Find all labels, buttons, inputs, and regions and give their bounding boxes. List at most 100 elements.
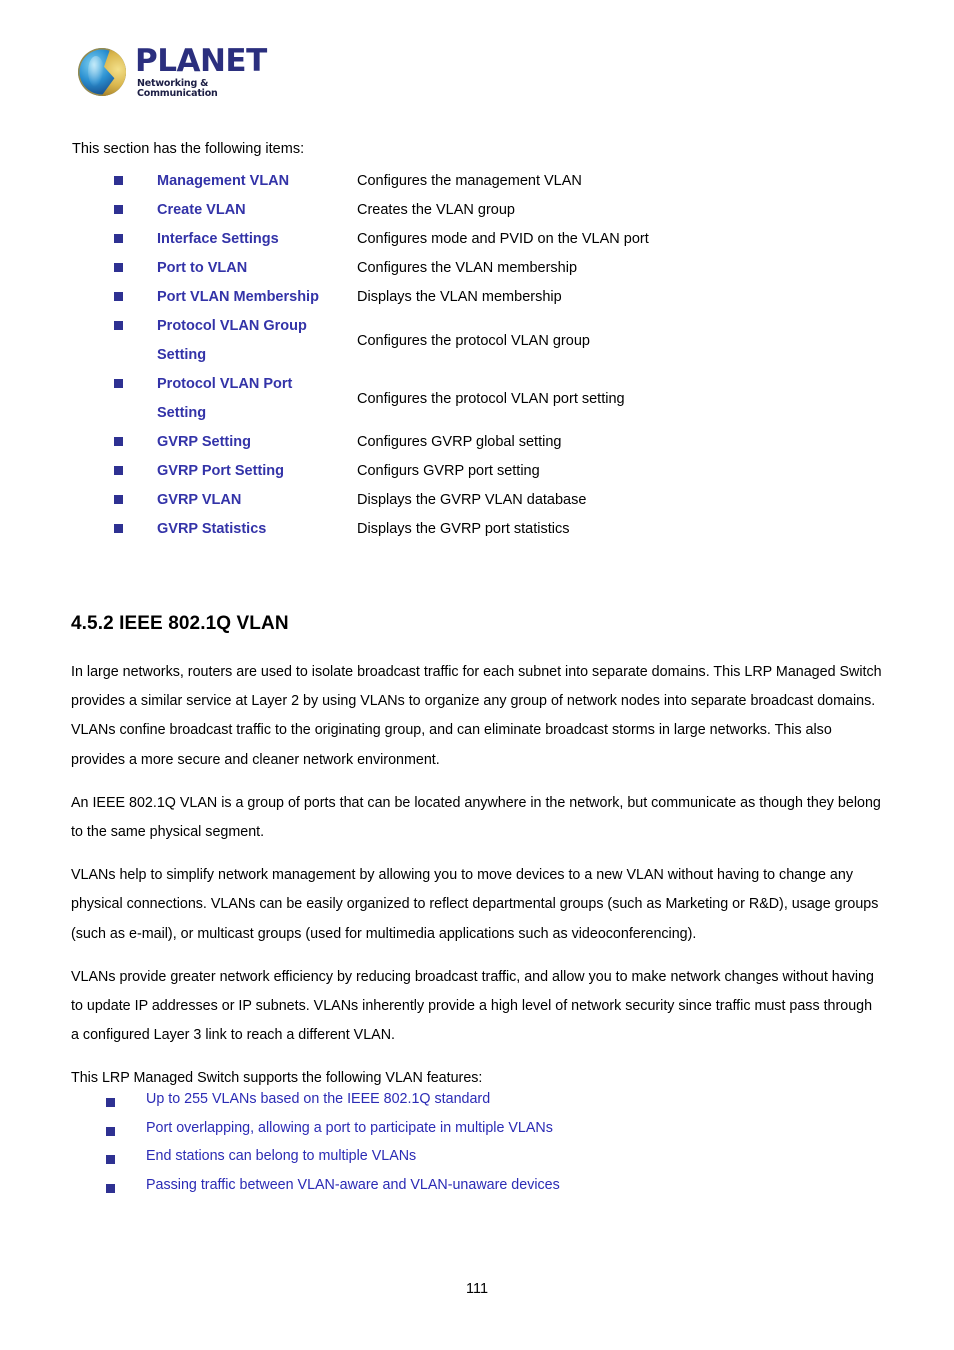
list-item: GVRP VLAN Displays the GVRP VLAN databas…	[72, 486, 882, 515]
list-item: Port VLAN Membership Displays the VLAN m…	[72, 283, 882, 312]
square-bullet-icon	[114, 524, 123, 533]
item-link-gvrp-port-setting[interactable]: GVRP Port Setting	[157, 457, 357, 486]
item-link-interface-settings[interactable]: Interface Settings	[157, 225, 357, 254]
bullet-cell	[72, 283, 157, 306]
bullet-cell	[72, 225, 157, 248]
link-cell: GVRP Statistics	[157, 515, 357, 544]
bullet-cell	[72, 457, 157, 480]
desc-cell: Configures the management VLAN	[357, 167, 882, 196]
bullet-cell	[71, 1118, 146, 1141]
logo-brand-text: PLANET	[135, 43, 267, 79]
logo-tagline-text: Networking & Communication	[137, 78, 218, 99]
square-bullet-icon	[114, 292, 123, 301]
item-link-management-vlan[interactable]: Management VLAN	[157, 167, 357, 196]
section-heading: 4.5.2 IEEE 802.1Q VLAN	[71, 613, 289, 634]
link-cell: Port to VLAN	[157, 254, 357, 283]
item-desc: Displays the GVRP port statistics	[357, 521, 570, 537]
bullet-cell	[72, 428, 157, 451]
list-item: Protocol VLAN Group Setting Configures t…	[72, 312, 882, 370]
item-link-create-vlan[interactable]: Create VLAN	[157, 196, 357, 225]
item-desc: Configures the VLAN membership	[357, 260, 578, 276]
list-item: End stations can belong to multiple VLAN…	[71, 1146, 883, 1175]
square-bullet-icon	[106, 1126, 115, 1136]
item-desc: Displays the GVRP VLAN database	[357, 492, 587, 508]
link-cell: Protocol VLAN Port Setting	[157, 370, 357, 428]
desc-cell: Displays the GVRP VLAN database	[357, 486, 882, 515]
logo-wordmark: PLANET Networking & Communication	[135, 46, 267, 98]
list-item: Interface Settings Configures mode and P…	[72, 225, 882, 254]
desc-cell: Configurs GVRP port setting	[357, 457, 882, 486]
section-items-list: Management VLAN Configures the managemen…	[72, 167, 882, 544]
square-bullet-icon	[114, 321, 123, 330]
vlan-features-list: Up to 255 VLANs based on the IEEE 802.1Q…	[71, 1089, 883, 1203]
list-item: GVRP Setting Configures GVRP global sett…	[72, 428, 882, 457]
list-item: GVRP Port Setting Configurs GVRP port se…	[72, 457, 882, 486]
paragraph: In large networks, routers are used to i…	[71, 664, 882, 768]
square-bullet-icon	[106, 1098, 115, 1107]
feature-text: Port overlapping, allowing a port to par…	[146, 1119, 553, 1136]
link-cell: GVRP Setting	[157, 428, 357, 457]
square-bullet-icon	[114, 437, 123, 446]
item-link-port-to-vlan[interactable]: Port to VLAN	[157, 254, 357, 283]
square-bullet-icon	[114, 263, 123, 272]
link-cell: GVRP VLAN	[157, 486, 357, 515]
paragraph: An IEEE 802.1Q VLAN is a group of ports …	[71, 794, 881, 841]
desc-cell: Creates the VLAN group	[357, 196, 882, 225]
item-desc: Configurs GVRP port setting	[357, 463, 540, 479]
feature-text: Passing traffic between VLAN-aware and V…	[146, 1176, 560, 1193]
square-bullet-icon	[114, 176, 123, 185]
link-cell: Interface Settings	[157, 225, 357, 254]
bullet-cell	[71, 1175, 146, 1198]
item-desc: Configures the protocol VLAN port settin…	[357, 391, 625, 407]
list-item: Passing traffic between VLAN-aware and V…	[71, 1175, 883, 1204]
bullet-cell	[71, 1146, 146, 1169]
link-cell: Protocol VLAN Group Setting	[157, 312, 357, 370]
desc-cell: Configures mode and PVID on the VLAN por…	[357, 225, 882, 254]
desc-cell: Configures GVRP global setting	[357, 428, 882, 457]
item-desc: Displays the VLAN membership	[357, 289, 562, 305]
item-link-gvrp-statistics[interactable]: GVRP Statistics	[157, 515, 357, 544]
desc-cell: Configures the protocol VLAN port settin…	[357, 370, 882, 428]
bullet-cell	[72, 515, 157, 538]
item-desc: Configures the management VLAN	[357, 173, 582, 189]
item-link-protocol-vlan-port-setting-line1[interactable]: Protocol VLAN Port	[157, 370, 357, 399]
item-link-protocol-vlan-group-setting-line2[interactable]: Setting	[157, 341, 357, 370]
square-bullet-icon	[114, 379, 123, 388]
list-item: Port to VLAN Configures the VLAN members…	[72, 254, 882, 283]
item-link-protocol-vlan-group-setting-line1[interactable]: Protocol VLAN Group	[157, 312, 357, 341]
list-item: Management VLAN Configures the managemen…	[72, 167, 882, 196]
desc-cell: Configures the VLAN membership	[357, 254, 882, 283]
feature-text: Up to 255 VLANs based on the IEEE 802.1Q…	[146, 1091, 491, 1107]
item-link-port-vlan-membership[interactable]: Port VLAN Membership	[157, 283, 357, 312]
link-cell: Management VLAN	[157, 167, 357, 196]
item-desc: Configures the protocol VLAN group	[357, 333, 590, 349]
desc-cell: Displays the VLAN membership	[357, 283, 882, 312]
page-number: 111	[465, 1281, 489, 1297]
list-item: Create VLAN Creates the VLAN group	[72, 196, 882, 225]
link-cell: GVRP Port Setting	[157, 457, 357, 486]
desc-cell: Displays the GVRP port statistics	[357, 515, 882, 544]
square-bullet-icon	[114, 234, 123, 243]
item-link-gvrp-vlan[interactable]: GVRP VLAN	[157, 486, 357, 515]
item-desc: Creates the VLAN group	[357, 202, 515, 218]
square-bullet-icon	[114, 495, 123, 504]
planet-logo: PLANET Networking & Communication	[78, 44, 267, 100]
item-desc: Configures GVRP global setting	[357, 434, 562, 450]
item-link-gvrp-setting[interactable]: GVRP Setting	[157, 428, 357, 457]
bullet-cell	[72, 486, 157, 509]
bullet-cell	[72, 254, 157, 277]
section-body: In large networks, routers are used to i…	[71, 658, 883, 1108]
item-desc: Configures mode and PVID on the VLAN por…	[357, 231, 649, 247]
bullet-cell	[71, 1089, 146, 1112]
list-item: GVRP Statistics Displays the GVRP port s…	[72, 515, 882, 544]
globe-icon	[78, 48, 126, 96]
desc-cell: Configures the protocol VLAN group	[357, 312, 882, 370]
link-cell: Create VLAN	[157, 196, 357, 225]
square-bullet-icon	[106, 1183, 115, 1193]
paragraph: VLANs help to simplify network managemen…	[71, 867, 879, 942]
square-bullet-icon	[114, 466, 123, 475]
item-link-protocol-vlan-port-setting-line2[interactable]: Setting	[157, 399, 357, 428]
link-cell: Port VLAN Membership	[157, 283, 357, 312]
square-bullet-icon	[106, 1155, 115, 1164]
feature-text: End stations can belong to multiple VLAN…	[146, 1148, 417, 1164]
